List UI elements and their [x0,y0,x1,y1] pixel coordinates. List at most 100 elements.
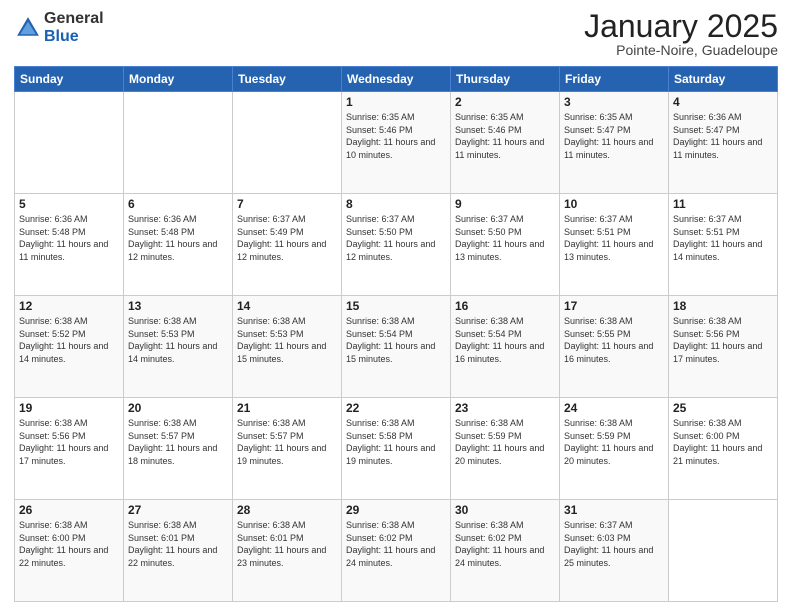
logo: General Blue [14,10,104,45]
day-info: Sunrise: 6:38 AMSunset: 6:01 PMDaylight:… [237,519,337,569]
day-info: Sunrise: 6:38 AMSunset: 5:57 PMDaylight:… [237,417,337,467]
day-cell: 7Sunrise: 6:37 AMSunset: 5:49 PMDaylight… [233,194,342,296]
day-cell: 4Sunrise: 6:36 AMSunset: 5:47 PMDaylight… [669,92,778,194]
day-number: 24 [564,401,664,415]
day-cell: 13Sunrise: 6:38 AMSunset: 5:53 PMDayligh… [124,296,233,398]
day-info: Sunrise: 6:37 AMSunset: 6:03 PMDaylight:… [564,519,664,569]
day-info: Sunrise: 6:36 AMSunset: 5:48 PMDaylight:… [128,213,228,263]
week-row-2: 5 Sunrise: 6:36 AMSunset: 5:48 PMDaylight… [15,194,778,296]
day-info: Sunrise: 6:37 AMSunset: 5:51 PMDaylight:… [673,213,773,263]
day-cell: 15 Sunrise: 6:38 AMSunset: 5:54 PMDayligh… [342,296,451,398]
day-cell: 10 Sunrise: 6:37 AMSunset: 5:51 PMDayligh… [560,194,669,296]
day-info: Sunrise: 6:35 AMSunset: 5:47 PMDaylight:… [564,111,664,161]
day-info: Sunrise: 6:38 AMSunset: 6:01 PMDaylight:… [128,519,228,569]
day-info: Sunrise: 6:38 AMSunset: 6:02 PMDaylight:… [346,519,446,569]
day-number: 26 [19,503,119,517]
day-number: 8 [346,197,446,211]
day-number: 5 [19,197,119,211]
weekday-header-sunday: Sunday [15,67,124,92]
day-cell: 23Sunrise: 6:38 AMSunset: 5:59 PMDayligh… [451,398,560,500]
day-cell: 21 Sunrise: 6:38 AMSunset: 5:57 PMDayligh… [233,398,342,500]
day-number: 21 [237,401,337,415]
day-cell: 1Sunrise: 6:35 AMSunset: 5:46 PMDaylight… [342,92,451,194]
day-cell: 3 Sunrise: 6:35 AMSunset: 5:47 PMDaylight… [560,92,669,194]
calendar-table: SundayMondayTuesdayWednesdayThursdayFrid… [14,66,778,602]
day-number: 19 [19,401,119,415]
day-number: 23 [455,401,555,415]
day-cell: 19 Sunrise: 6:38 AMSunset: 5:56 PMDayligh… [15,398,124,500]
logo-general-text: General [44,10,104,28]
weekday-header-saturday: Saturday [669,67,778,92]
day-number: 22 [346,401,446,415]
title-block: January 2025 Pointe-Noire, Guadeloupe [584,10,778,58]
day-info: Sunrise: 6:38 AMSunset: 5:56 PMDaylight:… [19,417,119,467]
day-cell: 27 Sunrise: 6:38 AMSunset: 6:01 PMDayligh… [124,500,233,602]
day-cell [233,92,342,194]
month-title: January 2025 [584,10,778,42]
day-number: 10 [564,197,664,211]
day-number: 7 [237,197,337,211]
day-number: 1 [346,95,446,109]
day-info: Sunrise: 6:35 AMSunset: 5:46 PMDaylight:… [455,111,555,161]
day-info: Sunrise: 6:37 AMSunset: 5:51 PMDaylight:… [564,213,664,263]
day-number: 13 [128,299,228,313]
day-info: Sunrise: 6:38 AMSunset: 5:52 PMDaylight:… [19,315,119,365]
day-cell: 11 Sunrise: 6:37 AMSunset: 5:51 PMDayligh… [669,194,778,296]
day-cell: 9 Sunrise: 6:37 AMSunset: 5:50 PMDaylight… [451,194,560,296]
day-cell: 17 Sunrise: 6:38 AMSunset: 5:55 PMDayligh… [560,296,669,398]
day-info: Sunrise: 6:38 AMSunset: 5:54 PMDaylight:… [346,315,446,365]
day-info: Sunrise: 6:37 AMSunset: 5:50 PMDaylight:… [455,213,555,263]
day-info: Sunrise: 6:38 AMSunset: 5:59 PMDaylight:… [564,417,664,467]
logo-text: General Blue [44,10,104,45]
day-cell: 5 Sunrise: 6:36 AMSunset: 5:48 PMDaylight… [15,194,124,296]
day-info: Sunrise: 6:38 AMSunset: 6:00 PMDaylight:… [673,417,773,467]
day-number: 16 [455,299,555,313]
weekday-header-friday: Friday [560,67,669,92]
day-info: Sunrise: 6:38 AMSunset: 5:55 PMDaylight:… [564,315,664,365]
day-number: 9 [455,197,555,211]
day-number: 31 [564,503,664,517]
day-cell: 2 Sunrise: 6:35 AMSunset: 5:46 PMDaylight… [451,92,560,194]
weekday-header-row: SundayMondayTuesdayWednesdayThursdayFrid… [15,67,778,92]
day-number: 15 [346,299,446,313]
week-row-1: 1 Sunrise: 6:35 AMSunset: 5:46 PMDaylight… [15,92,778,194]
day-number: 2 [455,95,555,109]
day-number: 28 [237,503,337,517]
day-cell [669,500,778,602]
location-subtitle: Pointe-Noire, Guadeloupe [584,42,778,58]
weekday-header-wednesday: Wednesday [342,67,451,92]
header: General Blue January 2025 Pointe-Noire, … [14,10,778,58]
day-number: 18 [673,299,773,313]
weekday-header-monday: Monday [124,67,233,92]
day-number: 17 [564,299,664,313]
day-info: Sunrise: 6:36 AMSunset: 5:48 PMDaylight:… [19,213,119,263]
day-number: 20 [128,401,228,415]
weekday-header-tuesday: Tuesday [233,67,342,92]
day-number: 11 [673,197,773,211]
day-cell: 22Sunrise: 6:38 AMSunset: 5:58 PMDayligh… [342,398,451,500]
week-row-3: 12 Sunrise: 6:38 AMSunset: 5:52 PMDayligh… [15,296,778,398]
day-info: Sunrise: 6:38 AMSunset: 5:57 PMDaylight:… [128,417,228,467]
day-cell: 26 Sunrise: 6:38 AMSunset: 6:00 PMDayligh… [15,500,124,602]
day-number: 3 [564,95,664,109]
page: General Blue January 2025 Pointe-Noire, … [0,0,792,612]
week-row-4: 19 Sunrise: 6:38 AMSunset: 5:56 PMDayligh… [15,398,778,500]
day-cell: 20 Sunrise: 6:38 AMSunset: 5:57 PMDayligh… [124,398,233,500]
day-cell: 28 Sunrise: 6:38 AMSunset: 6:01 PMDayligh… [233,500,342,602]
day-number: 12 [19,299,119,313]
day-cell: 24 Sunrise: 6:38 AMSunset: 5:59 PMDayligh… [560,398,669,500]
day-cell: 30Sunrise: 6:38 AMSunset: 6:02 PMDayligh… [451,500,560,602]
day-info: Sunrise: 6:37 AMSunset: 5:50 PMDaylight:… [346,213,446,263]
day-info: Sunrise: 6:38 AMSunset: 5:53 PMDaylight:… [237,315,337,365]
day-cell: 12 Sunrise: 6:38 AMSunset: 5:52 PMDayligh… [15,296,124,398]
day-cell: 16 Sunrise: 6:38 AMSunset: 5:54 PMDayligh… [451,296,560,398]
day-info: Sunrise: 6:38 AMSunset: 6:02 PMDaylight:… [455,519,555,569]
day-info: Sunrise: 6:38 AMSunset: 6:00 PMDaylight:… [19,519,119,569]
day-cell [124,92,233,194]
day-cell: 6Sunrise: 6:36 AMSunset: 5:48 PMDaylight… [124,194,233,296]
day-cell: 8 Sunrise: 6:37 AMSunset: 5:50 PMDaylight… [342,194,451,296]
logo-blue-text: Blue [44,28,104,46]
day-cell: 18Sunrise: 6:38 AMSunset: 5:56 PMDayligh… [669,296,778,398]
day-info: Sunrise: 6:38 AMSunset: 5:54 PMDaylight:… [455,315,555,365]
day-number: 27 [128,503,228,517]
